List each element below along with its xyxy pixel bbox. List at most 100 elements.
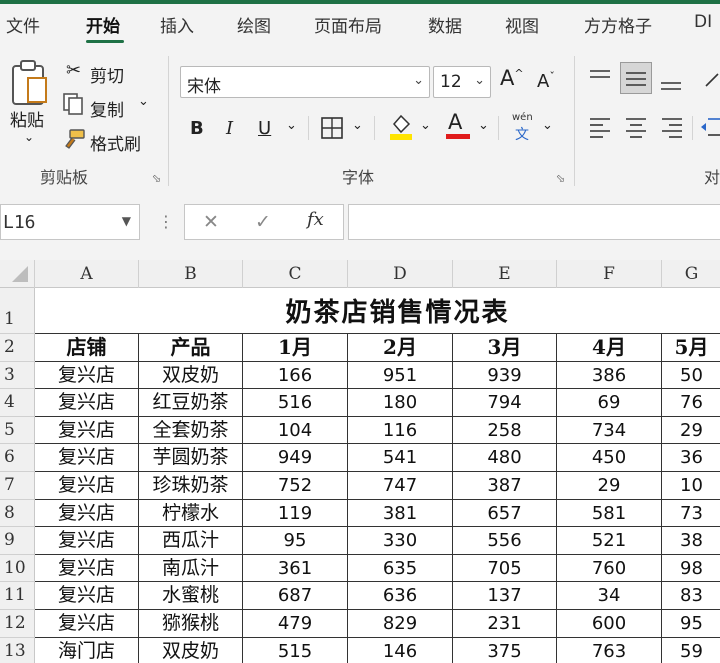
align-bottom-icon[interactable] bbox=[660, 74, 682, 92]
table-cell[interactable]: 516 bbox=[243, 389, 348, 417]
table-cell[interactable]: 951 bbox=[348, 361, 453, 390]
copy-icon[interactable] bbox=[62, 92, 84, 116]
row-header[interactable]: 12 bbox=[0, 610, 35, 638]
table-cell[interactable]: 330 bbox=[348, 527, 453, 555]
align-top-icon[interactable] bbox=[589, 68, 611, 86]
table-cell[interactable]: 104 bbox=[243, 416, 348, 445]
column-header[interactable]: B bbox=[139, 260, 243, 288]
italic-button[interactable]: I bbox=[226, 118, 233, 139]
table-cell[interactable]: 705 bbox=[453, 554, 557, 583]
row-header[interactable]: 8 bbox=[0, 500, 35, 528]
table-cell[interactable]: 258 bbox=[453, 416, 557, 445]
table-cell[interactable]: 119 bbox=[243, 499, 348, 528]
fill-color-dropdown-icon[interactable]: ⌄ bbox=[420, 118, 431, 133]
table-cell[interactable]: 复兴店 bbox=[35, 499, 139, 528]
table-cell[interactable]: 红豆奶茶 bbox=[139, 389, 243, 417]
align-left-icon[interactable] bbox=[589, 116, 611, 138]
paste-dropdown-icon[interactable]: ⌄ bbox=[24, 130, 34, 144]
table-cell[interactable]: 450 bbox=[557, 444, 662, 472]
table-cell[interactable]: 95 bbox=[662, 610, 720, 638]
cut-button[interactable]: 剪切 bbox=[90, 62, 124, 87]
sheet-title-cell[interactable]: 奶茶店销售情况表 bbox=[35, 288, 720, 334]
table-cell[interactable]: 361 bbox=[243, 554, 348, 583]
tab-insert[interactable]: 插入 bbox=[160, 12, 194, 37]
column-header[interactable]: D bbox=[348, 260, 453, 288]
table-cell[interactable]: 747 bbox=[348, 472, 453, 500]
row-header[interactable]: 6 bbox=[0, 444, 35, 472]
row-header[interactable]: 4 bbox=[0, 389, 35, 417]
table-cell[interactable]: 794 bbox=[453, 389, 557, 417]
name-box[interactable]: L16 ▼ bbox=[0, 204, 140, 240]
underline-button[interactable]: U bbox=[258, 118, 271, 139]
table-cell[interactable]: 10 bbox=[662, 472, 720, 500]
row-header[interactable]: 13 bbox=[0, 638, 35, 663]
row-header[interactable]: 7 bbox=[0, 472, 35, 500]
table-cell[interactable]: 949 bbox=[243, 444, 348, 472]
table-cell[interactable]: 829 bbox=[348, 610, 453, 638]
tab-view[interactable]: 视图 bbox=[505, 12, 539, 37]
table-cell[interactable]: 98 bbox=[662, 555, 720, 583]
table-header-cell[interactable]: 4月 bbox=[557, 334, 662, 362]
table-cell[interactable]: 水蜜桃 bbox=[139, 582, 243, 610]
align-middle-button[interactable] bbox=[620, 62, 652, 94]
column-header[interactable]: A bbox=[35, 260, 139, 288]
grow-font-icon[interactable]: A^ bbox=[500, 66, 524, 90]
table-header-cell[interactable]: 2月 bbox=[348, 334, 453, 362]
table-cell[interactable]: 95 bbox=[243, 527, 348, 555]
table-cell[interactable]: 50 bbox=[662, 362, 720, 390]
table-cell[interactable]: 479 bbox=[243, 610, 348, 638]
table-cell[interactable]: 521 bbox=[557, 527, 662, 555]
table-cell[interactable]: 83 bbox=[662, 582, 720, 610]
column-header[interactable]: C bbox=[243, 260, 348, 288]
table-cell[interactable]: 全套奶茶 bbox=[139, 416, 243, 445]
table-cell[interactable]: 657 bbox=[453, 499, 557, 528]
table-cell[interactable]: 116 bbox=[348, 416, 453, 445]
table-header-cell[interactable]: 3月 bbox=[453, 334, 557, 362]
table-cell[interactable]: 231 bbox=[453, 610, 557, 638]
paste-icon[interactable] bbox=[10, 58, 50, 106]
table-cell[interactable]: 复兴店 bbox=[35, 416, 139, 445]
table-cell[interactable]: 515 bbox=[243, 637, 348, 663]
table-cell[interactable]: 146 bbox=[348, 637, 453, 663]
table-cell[interactable]: 387 bbox=[453, 472, 557, 500]
table-cell[interactable]: 635 bbox=[348, 554, 453, 583]
table-cell[interactable]: 59 bbox=[662, 638, 720, 663]
tab-di[interactable]: DI bbox=[694, 12, 712, 32]
table-cell[interactable]: 76 bbox=[662, 389, 720, 417]
font-name-select[interactable]: 宋体 ⌄ bbox=[180, 66, 430, 98]
table-cell[interactable]: 复兴店 bbox=[35, 472, 139, 500]
bold-button[interactable]: B bbox=[190, 118, 204, 139]
row-header[interactable]: 3 bbox=[0, 362, 35, 390]
decrease-indent-icon[interactable] bbox=[700, 116, 720, 138]
tab-page-layout[interactable]: 页面布局 bbox=[314, 12, 382, 37]
copy-dropdown-icon[interactable]: ⌄ bbox=[138, 94, 149, 109]
table-cell[interactable]: 734 bbox=[557, 416, 662, 445]
font-size-select[interactable]: 12 ⌄ bbox=[433, 66, 491, 98]
tab-draw[interactable]: 绘图 bbox=[237, 12, 271, 37]
orientation-icon[interactable] bbox=[702, 68, 720, 90]
table-cell[interactable]: 复兴店 bbox=[35, 610, 139, 638]
table-cell[interactable]: 556 bbox=[453, 527, 557, 555]
column-header[interactable]: F bbox=[557, 260, 662, 288]
table-cell[interactable]: 复兴店 bbox=[35, 361, 139, 390]
table-cell[interactable]: 760 bbox=[557, 554, 662, 583]
table-cell[interactable]: 69 bbox=[557, 389, 662, 417]
table-cell[interactable]: 752 bbox=[243, 472, 348, 500]
row-header[interactable]: 11 bbox=[0, 582, 35, 610]
row-header[interactable]: 10 bbox=[0, 555, 35, 583]
row-header[interactable]: 5 bbox=[0, 417, 35, 445]
table-cell[interactable]: 柠檬水 bbox=[139, 499, 243, 528]
borders-dropdown-icon[interactable]: ⌄ bbox=[352, 118, 363, 133]
cut-icon[interactable]: ✂ bbox=[66, 60, 81, 81]
table-cell[interactable]: 939 bbox=[453, 361, 557, 390]
table-cell[interactable]: 南瓜汁 bbox=[139, 554, 243, 583]
clipboard-launcher-icon[interactable]: ⬂ bbox=[152, 172, 161, 185]
table-cell[interactable]: 海门店 bbox=[35, 637, 139, 663]
underline-dropdown-icon[interactable]: ⌄ bbox=[286, 118, 297, 133]
table-cell[interactable]: 600 bbox=[557, 610, 662, 638]
pinyin-dropdown-icon[interactable]: ⌄ bbox=[542, 118, 553, 133]
table-cell[interactable]: 29 bbox=[662, 417, 720, 445]
table-cell[interactable]: 180 bbox=[348, 389, 453, 417]
table-cell[interactable]: 763 bbox=[557, 637, 662, 663]
column-header[interactable]: E bbox=[453, 260, 557, 288]
